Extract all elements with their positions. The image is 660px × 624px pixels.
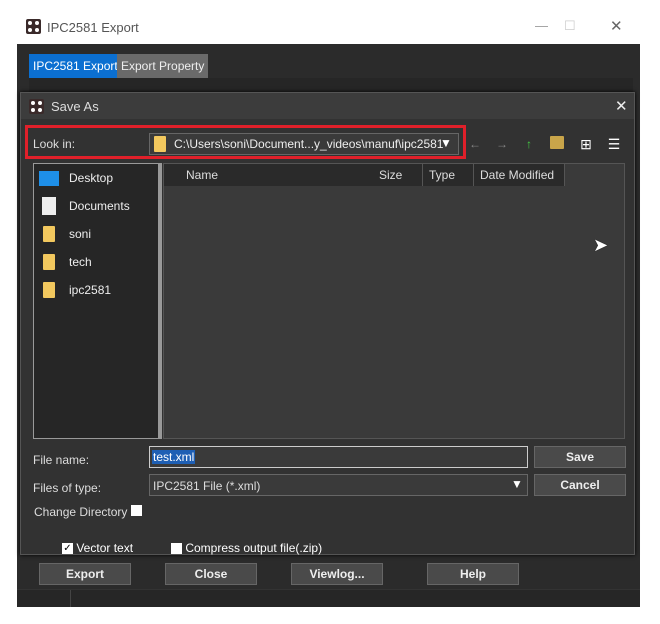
- file-list[interactable]: Name Size Type Date Modified: [163, 163, 625, 439]
- tab-ipc2581-export[interactable]: IPC2581 Export: [29, 54, 122, 78]
- tab-export-property[interactable]: Export Property: [117, 54, 209, 78]
- column-header-type[interactable]: Type: [423, 164, 474, 186]
- save-as-dialog: Save As ✕ Look in: C:\Users\soni\Documen…: [20, 92, 635, 555]
- change-directory-label: Change Directory: [34, 505, 128, 519]
- column-header-name[interactable]: Name: [164, 164, 390, 186]
- dialog-close-button[interactable]: ✕: [615, 97, 628, 115]
- compress-label: Compress output file(.zip): [185, 541, 323, 555]
- files-of-type-label: Files of type:: [33, 481, 102, 495]
- close-window-button[interactable]: ✕: [610, 17, 623, 35]
- cancel-button[interactable]: Cancel: [534, 474, 626, 496]
- documents-icon: [42, 197, 56, 215]
- sidebar-item-soni[interactable]: soni: [34, 220, 158, 248]
- sidebar-item-documents[interactable]: Documents: [34, 192, 158, 220]
- files-of-type-dropdown[interactable]: IPC2581 File (*.xml) ▼: [149, 474, 528, 496]
- file-name-value: test.xml: [152, 450, 196, 464]
- folder-icon: [154, 136, 166, 152]
- window-title-bar: IPC2581 Export — ☐ ✕: [17, 10, 640, 44]
- sidebar-item-label: soni: [69, 227, 92, 241]
- back-icon[interactable]: ←: [467, 136, 483, 152]
- sidebar-item-label: Desktop: [69, 171, 114, 185]
- look-in-value: C:\Users\soni\Document...y_videos\manuf\…: [174, 137, 444, 151]
- vector-text-label: Vector text: [76, 541, 134, 555]
- folder-icon: [43, 254, 55, 270]
- vector-text-checkbox[interactable]: ✓: [62, 543, 73, 555]
- dialog-title: Save As: [51, 99, 99, 114]
- look-in-label: Look in:: [33, 137, 76, 151]
- sidebar-item-tech[interactable]: tech: [34, 248, 158, 276]
- list-view-icon[interactable]: ☰: [606, 136, 622, 152]
- up-folder-icon[interactable]: ↑: [521, 136, 537, 152]
- dialog-icon: [29, 99, 44, 114]
- icon-view-icon[interactable]: ⊞: [578, 136, 594, 152]
- column-header-date-modified[interactable]: Date Modified: [474, 164, 565, 186]
- sidebar-item-desktop[interactable]: Desktop: [34, 164, 158, 192]
- chevron-down-icon: ▼: [440, 136, 452, 150]
- new-folder-icon[interactable]: [549, 136, 565, 152]
- column-header-size[interactable]: Size: [373, 164, 423, 186]
- minimize-button[interactable]: —: [535, 18, 548, 33]
- viewlog-button[interactable]: Viewlog...: [291, 563, 383, 585]
- places-sidebar: Desktop Documents soni tech ipc2581: [33, 163, 162, 439]
- ipc2581-export-window: IPC2581 Export — ☐ ✕ IPC2581 Export Expo…: [17, 10, 640, 607]
- status-bar: [17, 589, 640, 607]
- look-in-dropdown[interactable]: C:\Users\soni\Document...y_videos\manuf\…: [149, 133, 459, 155]
- files-of-type-value: IPC2581 File (*.xml): [153, 479, 261, 493]
- change-directory-checkbox[interactable]: [131, 505, 142, 516]
- maximize-button[interactable]: ☐: [564, 18, 576, 34]
- vector-text-option[interactable]: ✓ Vector text: [62, 541, 133, 555]
- help-button[interactable]: Help: [427, 563, 519, 585]
- save-button[interactable]: Save: [534, 446, 626, 468]
- folder-icon: [43, 282, 55, 298]
- dialog-title-bar: Save As ✕: [21, 93, 634, 119]
- sidebar-item-label: ipc2581: [69, 283, 112, 297]
- sidebar-item-label: Documents: [69, 199, 130, 213]
- mouse-cursor-icon: ➤: [593, 235, 609, 255]
- sidebar-item-ipc2581[interactable]: ipc2581: [34, 276, 158, 304]
- compress-option[interactable]: Compress output file(.zip): [171, 541, 322, 555]
- window-title: IPC2581 Export: [47, 20, 139, 35]
- close-button[interactable]: Close: [165, 563, 257, 585]
- compress-checkbox[interactable]: [171, 543, 182, 555]
- file-name-input[interactable]: test.xml: [149, 446, 528, 468]
- desktop-icon: [39, 170, 59, 186]
- sidebar-item-label: tech: [69, 255, 92, 269]
- user-folder-icon: [43, 226, 55, 242]
- forward-icon[interactable]: →: [494, 136, 510, 152]
- file-name-label: File name:: [33, 453, 90, 467]
- chevron-down-icon: ▼: [511, 477, 523, 491]
- app-icon: [26, 19, 41, 34]
- export-button[interactable]: Export: [39, 563, 131, 585]
